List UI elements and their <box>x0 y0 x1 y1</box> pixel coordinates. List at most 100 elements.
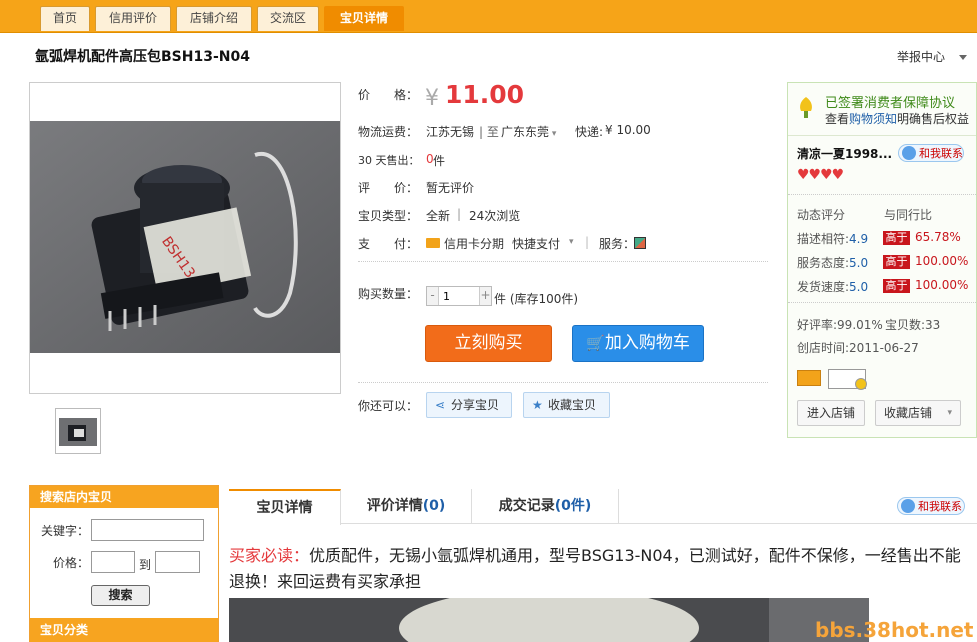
guarantee-icon <box>796 95 816 119</box>
shipping-label: 物流运费： <box>358 125 419 139</box>
watermark: bbs.38hot.net <box>815 618 974 642</box>
qty-decrease-button[interactable]: - <box>427 287 439 305</box>
add-to-cart-button[interactable]: 🛒加入购物车 <box>572 325 704 362</box>
price-max-input[interactable] <box>155 551 200 573</box>
guarantee-sub-2: 明确售后权益 <box>897 112 970 126</box>
tab-reviews[interactable]: 评价详情(0) <box>341 489 472 524</box>
higher-badge: 高于 <box>883 255 910 269</box>
score-row-shipping: 发货速度:5.0 <box>797 278 868 295</box>
express-price: ¥ 10.00 <box>605 123 651 137</box>
chevron-down-icon <box>959 55 967 60</box>
shop-created: 创店时间:2011-06-27 <box>797 341 919 355</box>
star-icon: ★ <box>532 398 543 412</box>
can-also-label: 你还可以： <box>358 399 419 413</box>
good-rate: 好评率:99.01% <box>797 318 883 332</box>
favorite-item-button[interactable]: ★ 收藏宝贝 <box>523 392 610 418</box>
keyword-input[interactable] <box>91 519 204 541</box>
collect-shop-label: 收藏店铺 <box>884 406 933 420</box>
share-button[interactable]: ⋖ 分享宝贝 <box>426 392 512 418</box>
score-row-desc: 描述相符:4.9 <box>797 230 868 247</box>
rating-label: 评 价： <box>358 181 419 195</box>
tab-item-detail[interactable]: 宝贝详情 <box>324 6 404 31</box>
tab-home[interactable]: 首页 <box>40 6 90 31</box>
score-row-service: 服务态度:5.0 <box>797 254 868 271</box>
credit-card-icon <box>797 370 821 386</box>
tab-label: 成交记录 <box>498 498 555 514</box>
report-center-link[interactable]: 举报中心 <box>897 48 967 65</box>
score-service-label: 服务态度: <box>797 256 850 270</box>
score-desc-value: 4.9 <box>849 232 869 246</box>
must-read-label: 买家必读： <box>229 546 310 565</box>
description-text: 优质配件，无锡小氩弧焊机通用，型号BSG13-N04，已测试好，配件不保修，一经… <box>229 546 961 591</box>
item-count: 宝贝数:33 <box>885 318 941 332</box>
tab-credit[interactable]: 信用评价 <box>95 6 171 31</box>
add-to-cart-label: 加入购物车 <box>604 333 690 353</box>
contact-seller-button[interactable]: 和我联系 <box>897 497 965 515</box>
chevron-down-icon[interactable]: ▾ <box>569 237 574 247</box>
sold-unit: 件 <box>433 154 446 168</box>
contact-seller-button[interactable]: 和我联系 <box>898 144 964 162</box>
service-label: 服务： <box>599 237 636 251</box>
item-description: 买家必读：优质配件，无锡小氩弧焊机通用，型号BSG13-N04，已测试好，配件不… <box>229 543 974 595</box>
product-main-image[interactable]: BSH13-N <box>29 82 341 394</box>
report-label[interactable]: 举报中心 <box>897 50 945 64</box>
guarantee-sub-1: 查看 <box>825 112 850 126</box>
tab-count: (0) <box>422 498 446 514</box>
shop-info-panel: 已签署消费者保障协议 查看购物须知明确售后权益 清凉一夏1998... 和我联系… <box>787 82 977 438</box>
category-title: 宝贝分类 <box>30 618 218 642</box>
seller-name[interactable]: 清凉一夏1998... <box>797 145 892 162</box>
guarantee-title: 已签署消费者保障协议 <box>825 96 956 111</box>
score-service-value: 5.0 <box>849 256 869 270</box>
price-label: 价 格： <box>358 88 419 102</box>
detail-tabs: 宝贝详情 评价详情(0) 成交记录(0件) 和我联系 <box>229 489 977 525</box>
qty-increase-button[interactable]: + <box>479 287 491 305</box>
contact-label: 和我联系 <box>919 147 963 160</box>
chat-icon <box>901 499 915 513</box>
sold-label: 30 天售出： <box>358 154 420 167</box>
score-shipping-value: 5.0 <box>849 280 869 294</box>
thumbnail-image <box>59 418 97 446</box>
chevron-down-icon: ▾ <box>549 129 557 139</box>
separator <box>788 194 976 195</box>
service-icon[interactable] <box>634 237 646 249</box>
score-desc-pct: 65.78% <box>915 230 961 244</box>
stock-text: 件 (库存100件) <box>494 292 579 306</box>
collect-shop-button[interactable]: 收藏店铺 ▾ <box>875 400 961 426</box>
pay-quick[interactable]: 快捷支付 <box>512 235 560 252</box>
shop-nav-bar: 首页 信用评价 店铺介绍 交流区 宝贝详情 <box>0 0 977 33</box>
pay-label: 支 付： <box>358 237 419 251</box>
share-icon: ⋖ <box>435 398 446 412</box>
separator <box>358 261 768 262</box>
quantity-stepper[interactable]: - + <box>426 286 492 306</box>
chevron-down-icon: ▾ <box>947 408 952 418</box>
buy-now-button[interactable]: 立刻购买 <box>425 325 552 362</box>
higher-badge: 高于 <box>883 231 910 245</box>
divider: | <box>457 207 462 221</box>
enter-shop-button[interactable]: 进入店铺 <box>797 400 865 426</box>
tab-count: (0件) <box>554 498 592 514</box>
ship-to-sep: | 至 <box>479 125 499 139</box>
qty-input[interactable] <box>441 288 477 304</box>
tab-forum[interactable]: 交流区 <box>257 6 319 31</box>
qty-label: 购买数量： <box>358 287 419 301</box>
ship-to-select[interactable]: 广东东莞 ▾ <box>501 123 556 140</box>
description-image <box>229 598 869 642</box>
price-range-label: 价格： <box>53 556 90 570</box>
flyback-transformer-image: BSH13-N <box>30 121 340 353</box>
purchase-notice-link[interactable]: 购物须知 <box>849 112 897 126</box>
search-button[interactable]: 搜索 <box>91 585 150 606</box>
separator <box>358 382 768 383</box>
price-min-input[interactable] <box>91 551 135 573</box>
tab-transactions[interactable]: 成交记录(0件) <box>472 489 619 524</box>
rating-value: 暂无评价 <box>426 181 475 195</box>
ship-to-value[interactable]: 广东东莞 <box>501 125 549 139</box>
tab-shop-intro[interactable]: 店铺介绍 <box>176 6 252 31</box>
search-box-title: 搜索店内宝贝 <box>30 486 218 508</box>
pay-credit[interactable]: 信用卡分期 <box>444 235 504 252</box>
chat-icon <box>902 146 916 160</box>
product-thumbnail[interactable] <box>55 408 101 454</box>
tab-item-detail[interactable]: 宝贝详情 <box>229 489 341 525</box>
type-label: 宝贝类型： <box>358 209 419 223</box>
favorite-label: 收藏宝贝 <box>548 398 597 412</box>
divider: | <box>585 235 590 249</box>
